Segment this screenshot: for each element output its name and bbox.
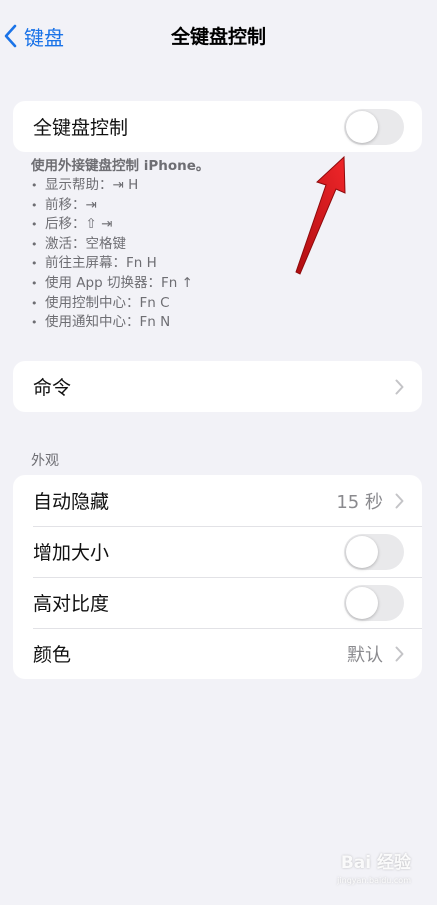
toggle-knob [346,535,378,568]
watermark: Bai 经验 jingyan.baidu.com [319,825,411,885]
appearance-group: 自动隐藏 15 秒 增加大小 高对比度 颜色 默认 [13,475,422,679]
toggle-knob [346,586,378,619]
chevron-right-icon [395,646,404,661]
page-title: 全键盘控制 [170,26,266,48]
shortcut-item: 后移：⇧ ⇥ [31,215,411,235]
increase-size-label: 增加大小 [33,542,110,564]
color-label: 颜色 [33,644,72,666]
chevron-right-icon [395,379,404,394]
shortcut-item: 激活：空格键 [31,235,411,255]
footer-description: 使用外接键盘控制 iPhone。 [31,158,210,174]
watermark-logo: Bai 经验 [340,853,411,873]
commands-label: 命令 [33,377,72,399]
high-contrast-row: 高对比度 [13,577,422,628]
shortcut-item: 使用 App 切换器：Fn ↑ [31,274,411,294]
full-keyboard-access-label: 全键盘控制 [33,117,129,139]
full-keyboard-access-toggle[interactable] [344,108,404,145]
auto-hide-row[interactable]: 自动隐藏 15 秒 [13,475,422,526]
shortcut-help-footer: 使用外接键盘控制 iPhone。 显示帮助：⇥ H 前移：⇥ 后移：⇧ ⇥ 激活… [31,154,411,333]
chevron-right-icon [395,493,404,508]
navigation-bar: 键盘 全键盘控制 [0,0,437,72]
shortcut-list: 显示帮助：⇥ H 前移：⇥ 后移：⇧ ⇥ 激活：空格键 前往主屏幕：Fn H 使… [31,176,411,333]
color-row[interactable]: 颜色 默认 [13,628,422,679]
increase-size-row: 增加大小 [13,526,422,577]
increase-size-toggle[interactable] [344,533,404,570]
full-keyboard-access-group: 全键盘控制 [13,101,422,152]
auto-hide-value: 15 秒 [336,491,383,513]
high-contrast-toggle[interactable] [344,584,404,621]
shortcut-item: 显示帮助：⇥ H [31,176,411,196]
color-value: 默认 [347,644,383,666]
commands-group: 命令 [13,361,422,412]
full-keyboard-access-row: 全键盘控制 [13,101,422,152]
toggle-knob [346,110,378,143]
shortcut-item: 前往主屏幕：Fn H [31,254,411,274]
commands-row[interactable]: 命令 [13,361,422,412]
auto-hide-label: 自动隐藏 [33,491,110,513]
shortcut-item: 使用控制中心：Fn C [31,294,411,314]
high-contrast-label: 高对比度 [33,593,110,615]
watermark-url: jingyan.baidu.com [337,876,411,885]
shortcut-item: 使用通知中心：Fn N [31,313,411,333]
shortcut-item: 前移：⇥ [31,196,411,216]
appearance-section-header: 外观 [31,453,59,469]
